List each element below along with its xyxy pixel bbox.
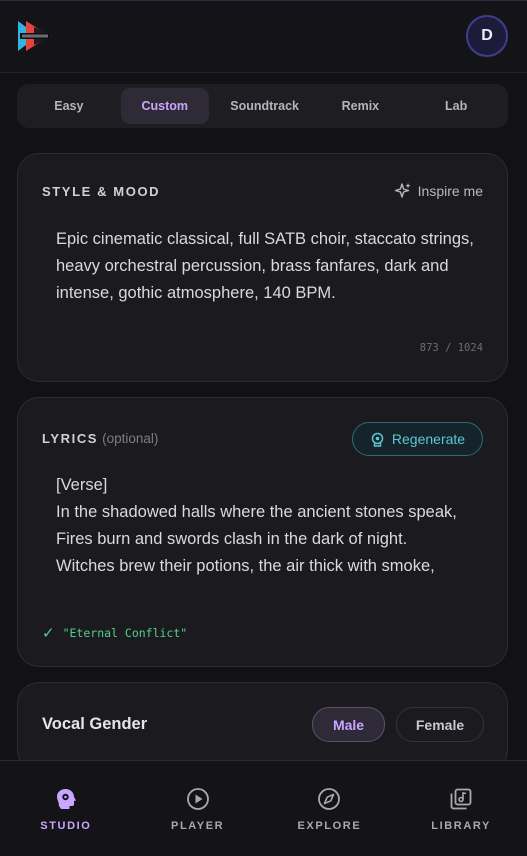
tab-soundtrack[interactable]: Soundtrack: [217, 88, 313, 124]
tab-lab[interactable]: Lab: [408, 88, 504, 124]
studio-icon: [56, 789, 76, 809]
top-bar: D: [0, 0, 527, 73]
nav-library[interactable]: LIBRARY: [395, 761, 527, 856]
vocal-female-button[interactable]: Female: [396, 707, 484, 742]
style-mood-card: STYLE & MOOD Inspire me Epic cinematic c…: [17, 153, 508, 382]
song-title-status: ✓ "Eternal Conflict": [42, 624, 187, 642]
library-icon: [450, 788, 472, 810]
inspire-me-button[interactable]: Inspire me: [394, 182, 483, 200]
lyrics-optional-label: (optional): [102, 431, 159, 446]
regenerate-icon: [371, 432, 384, 447]
mode-tabs: Easy Custom Soundtrack Remix Lab: [17, 84, 508, 128]
lyrics-card: LYRICS (optional) Regenerate [Verse] In t…: [17, 397, 508, 667]
lyrics-title-label: LYRICS: [42, 431, 99, 446]
avatar[interactable]: D: [466, 15, 508, 57]
tab-easy[interactable]: Easy: [21, 88, 117, 124]
app-logo-icon[interactable]: [16, 19, 56, 53]
check-icon: ✓: [42, 624, 55, 642]
nav-player-label: PLAYER: [171, 820, 225, 832]
nav-studio-label: STUDIO: [40, 820, 92, 832]
lyrics-textarea[interactable]: [Verse] In the shadowed halls where the …: [56, 472, 486, 580]
vocal-male-button[interactable]: Male: [312, 707, 385, 742]
play-circle-icon: [186, 788, 209, 810]
sparkle-icon: [394, 183, 411, 198]
style-prompt-textarea[interactable]: Epic cinematic classical, full SATB choi…: [56, 226, 486, 307]
lyrics-title: LYRICS (optional): [42, 431, 158, 446]
nav-player[interactable]: PLAYER: [132, 761, 264, 856]
tab-remix[interactable]: Remix: [313, 88, 409, 124]
nav-explore[interactable]: EXPLORE: [264, 761, 396, 856]
inspire-me-label: Inspire me: [417, 183, 483, 199]
bottom-nav: STUDIO PLAYER EXPLORE LIBRARY: [0, 760, 527, 856]
character-counter: 873 / 1024: [419, 342, 483, 354]
vocal-gender-label: Vocal Gender: [42, 715, 148, 733]
regenerate-label: Regenerate: [391, 431, 466, 447]
style-mood-title: STYLE & MOOD: [42, 184, 161, 199]
song-title: "Eternal Conflict": [62, 626, 188, 640]
nav-library-label: LIBRARY: [431, 820, 491, 832]
lyrics-line: Witches brew their potions, the air thic…: [56, 557, 435, 575]
compass-icon: [318, 788, 341, 810]
lyrics-line: [Verse]: [56, 476, 108, 494]
nav-studio[interactable]: STUDIO: [0, 761, 132, 856]
vocal-gender-card: Vocal Gender Male Female: [17, 682, 508, 772]
tab-custom[interactable]: Custom: [120, 88, 209, 124]
nav-explore-label: EXPLORE: [297, 820, 362, 832]
regenerate-button[interactable]: Regenerate: [352, 422, 483, 456]
lyrics-line: Fires burn and swords clash in the dark …: [56, 530, 408, 548]
lyrics-line: In the shadowed halls where the ancient …: [56, 503, 457, 521]
